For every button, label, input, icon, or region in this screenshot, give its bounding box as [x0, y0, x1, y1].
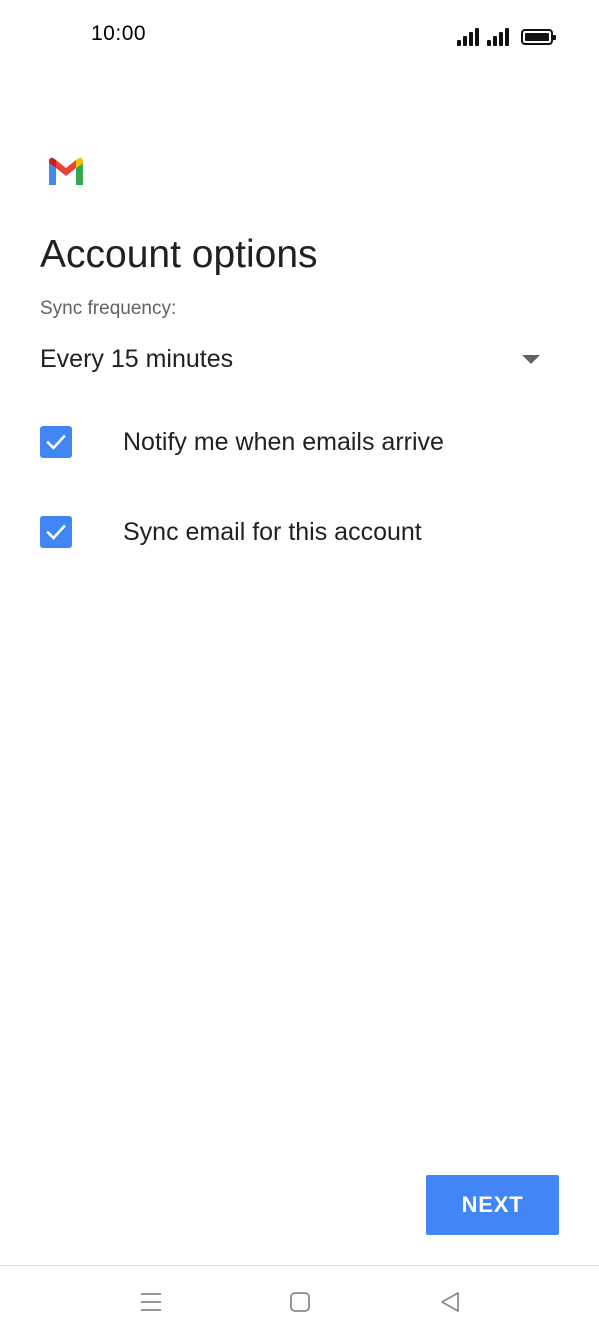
- signal-icon: [457, 28, 479, 46]
- notify-checkbox[interactable]: [40, 426, 72, 458]
- sync-frequency-label: Sync frequency:: [40, 298, 177, 319]
- back-icon: [441, 1292, 459, 1312]
- checkmark-icon: [46, 434, 66, 450]
- sync-email-label: Sync email for this account: [123, 517, 422, 546]
- home-button[interactable]: [286, 1288, 314, 1316]
- status-time: 10:00: [91, 22, 147, 45]
- home-icon: [290, 1292, 310, 1312]
- checkmark-icon: [46, 524, 66, 540]
- menu-icon: [141, 1293, 161, 1311]
- sync-frequency-value: Every 15 minutes: [40, 344, 234, 373]
- dropdown-arrow-icon: [522, 354, 540, 364]
- navigation-bar: [0, 1266, 599, 1338]
- menu-button[interactable]: [137, 1288, 165, 1316]
- gmail-logo-icon: [49, 157, 83, 185]
- back-button[interactable]: [436, 1288, 464, 1316]
- sync-frequency-dropdown[interactable]: Every 15 minutes: [40, 336, 550, 382]
- notify-label: Notify me when emails arrive: [123, 427, 444, 456]
- page-title: Account options: [40, 233, 318, 276]
- signal-icon: [487, 28, 509, 46]
- status-bar: 10:00: [0, 0, 599, 70]
- battery-icon: [521, 29, 556, 45]
- notify-option[interactable]: Notify me when emails arrive: [40, 417, 560, 467]
- next-button[interactable]: NEXT: [426, 1175, 559, 1235]
- sync-email-option[interactable]: Sync email for this account: [40, 507, 560, 557]
- status-icons: [457, 24, 556, 46]
- sync-email-checkbox[interactable]: [40, 516, 72, 548]
